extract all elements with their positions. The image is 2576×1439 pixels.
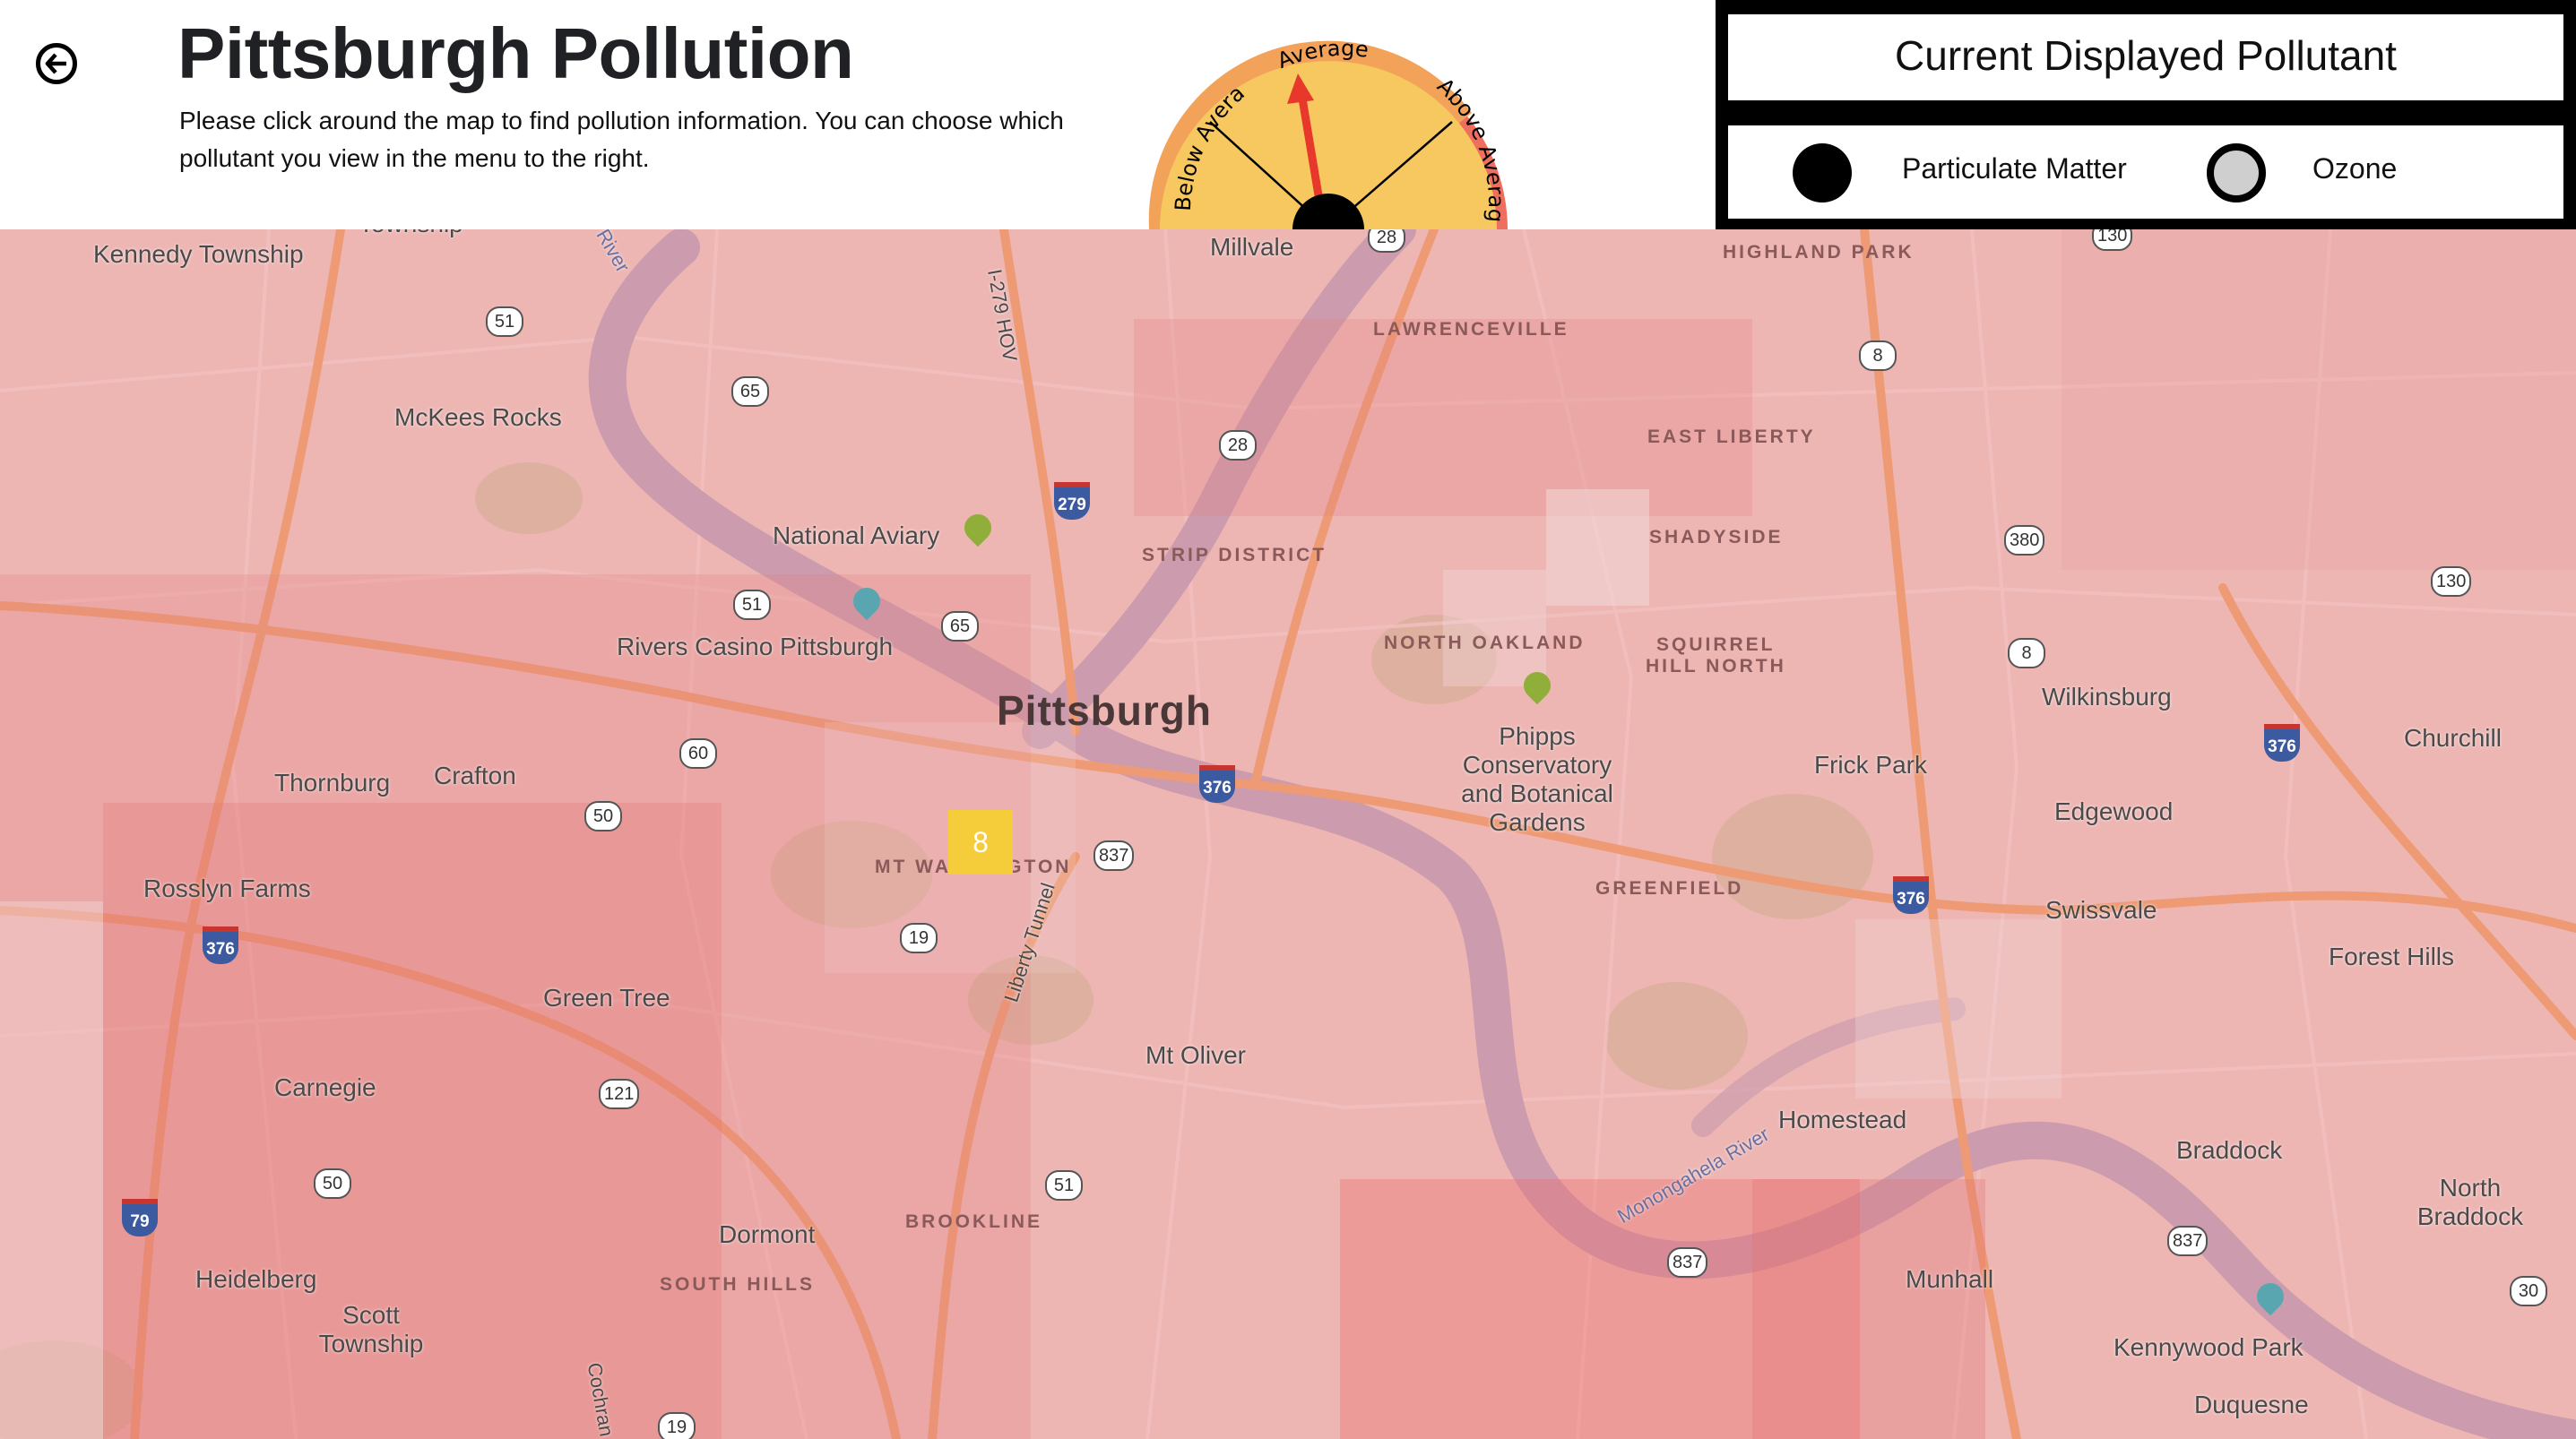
- place-north-braddock: North Braddock: [2416, 1174, 2524, 1230]
- interstate-shield: 376: [1893, 876, 1929, 914]
- hood-squirrel-hill-north-2: HILL NORTH: [1646, 656, 1786, 676]
- place-thornburg: Thornburg: [274, 769, 391, 797]
- arrow-left-icon: [45, 53, 66, 74]
- route-shield: 65: [941, 611, 979, 642]
- hood-brookline: BROOKLINE: [905, 1211, 1042, 1232]
- interstate-shield: 279: [1054, 482, 1090, 520]
- place-scott-township: Scott Township: [318, 1301, 424, 1357]
- interstate-shield: 376: [203, 926, 238, 964]
- instructions-text: Please click around the map to find poll…: [179, 107, 1064, 172]
- route-shield: 121: [599, 1079, 640, 1109]
- pollution-gauge: Below Average Average Above Average: [1137, 32, 1508, 229]
- place-township-top: Township: [359, 229, 463, 238]
- place-braddock: Braddock: [2176, 1136, 2283, 1164]
- place-kennedy-township: Kennedy Township: [93, 240, 304, 268]
- place-rosslyn-farms: Rosslyn Farms: [143, 875, 311, 902]
- route-shield: 30: [2510, 1276, 2547, 1306]
- map-base[interactable]: [0, 229, 2576, 1439]
- route-shield: 28: [1368, 229, 1405, 253]
- route-shield: 65: [731, 376, 769, 407]
- interstate-shield: 376: [1199, 765, 1235, 803]
- place-homestead: Homestead: [1778, 1106, 1907, 1133]
- place-phipps: Phipps Conservatory and Botanical Garden…: [1461, 722, 1613, 836]
- place-kennywood-park: Kennywood Park: [2114, 1333, 2304, 1361]
- hood-squirrel-hill-north-1: SQUIRREL: [1656, 634, 1776, 655]
- panel-title: Current Displayed Pollutant: [1728, 14, 2563, 100]
- back-button[interactable]: [36, 43, 77, 84]
- route-shield: 380: [2004, 525, 2045, 556]
- route-shield: 19: [658, 1412, 696, 1439]
- particulate-matter-label[interactable]: Particulate Matter: [1902, 152, 2127, 185]
- route-shield: 60: [679, 738, 717, 769]
- pollutant-options: Particulate Matter Ozone: [1728, 125, 2563, 219]
- place-millvale: Millvale: [1210, 233, 1294, 261]
- place-mckees-rocks: McKees Rocks: [394, 403, 562, 431]
- place-dormont: Dormont: [719, 1220, 816, 1248]
- pollution-map[interactable]: Kennedy Township Township Millvale McKee…: [0, 229, 2576, 1439]
- interstate-shield: 79: [122, 1199, 158, 1237]
- place-rivers-casino: Rivers Casino Pittsburgh: [617, 633, 894, 660]
- place-edgewood: Edgewood: [2054, 797, 2174, 825]
- hood-highland-park: HIGHLAND PARK: [1723, 242, 1915, 263]
- place-national-aviary: National Aviary: [773, 521, 940, 549]
- hood-greenfield: GREENFIELD: [1595, 878, 1744, 899]
- route-shield: 50: [314, 1168, 351, 1199]
- route-shield: 51: [1045, 1170, 1083, 1201]
- route-shield: 130: [2431, 566, 2472, 597]
- place-churchill: Churchill: [2404, 724, 2502, 752]
- page-title: Pittsburgh Pollution: [177, 13, 854, 93]
- hood-east-liberty: EAST LIBERTY: [1647, 427, 1816, 447]
- route-shield: 8: [2008, 638, 2045, 668]
- place-carnegie: Carnegie: [274, 1073, 376, 1101]
- pollution-heat-overlay[interactable]: [0, 229, 2576, 1439]
- city-pittsburgh: Pittsburgh: [997, 687, 1212, 734]
- route-shield: 28: [1219, 430, 1257, 461]
- interstate-shield: 376: [2264, 724, 2300, 762]
- place-crafton: Crafton: [434, 762, 516, 789]
- hood-shadyside: SHADYSIDE: [1649, 527, 1784, 547]
- route-shield: 130: [2092, 229, 2133, 251]
- place-frick-park: Frick Park: [1814, 751, 1927, 779]
- route-shield: 51: [486, 306, 523, 337]
- place-mt-oliver: Mt Oliver: [1145, 1041, 1246, 1069]
- place-wilkinsburg: Wilkinsburg: [2042, 683, 2172, 711]
- route-shield: 837: [1094, 840, 1135, 871]
- place-heidelberg: Heidelberg: [195, 1265, 317, 1293]
- route-shield: 8: [1859, 340, 1897, 371]
- route-shield: 50: [584, 801, 622, 832]
- place-forest-hills: Forest Hills: [2329, 943, 2455, 970]
- place-duquesne: Duquesne: [2194, 1391, 2309, 1418]
- route-shield: 19: [900, 923, 938, 953]
- hood-lawrenceville: LAWRENCEVILLE: [1373, 319, 1569, 340]
- ozone-label[interactable]: Ozone: [2312, 152, 2397, 185]
- place-swissvale: Swissvale: [2045, 896, 2157, 924]
- pollutant-panel: Current Displayed Pollutant Particulate …: [1716, 0, 2576, 229]
- place-green-tree: Green Tree: [543, 984, 670, 1012]
- place-munhall: Munhall: [1906, 1265, 1994, 1293]
- sensor-cluster-marker[interactable]: 8: [948, 810, 1013, 875]
- hood-north-oakland: NORTH OAKLAND: [1384, 633, 1586, 653]
- particulate-matter-radio[interactable]: [1793, 143, 1852, 202]
- route-shield: 837: [1667, 1247, 1708, 1278]
- ozone-radio[interactable]: [2207, 143, 2266, 202]
- route-shield: 837: [2167, 1226, 2209, 1256]
- hood-strip-district: STRIP DISTRICT: [1142, 545, 1327, 565]
- route-shield: 51: [733, 590, 771, 620]
- hood-south-hills: SOUTH HILLS: [660, 1274, 815, 1295]
